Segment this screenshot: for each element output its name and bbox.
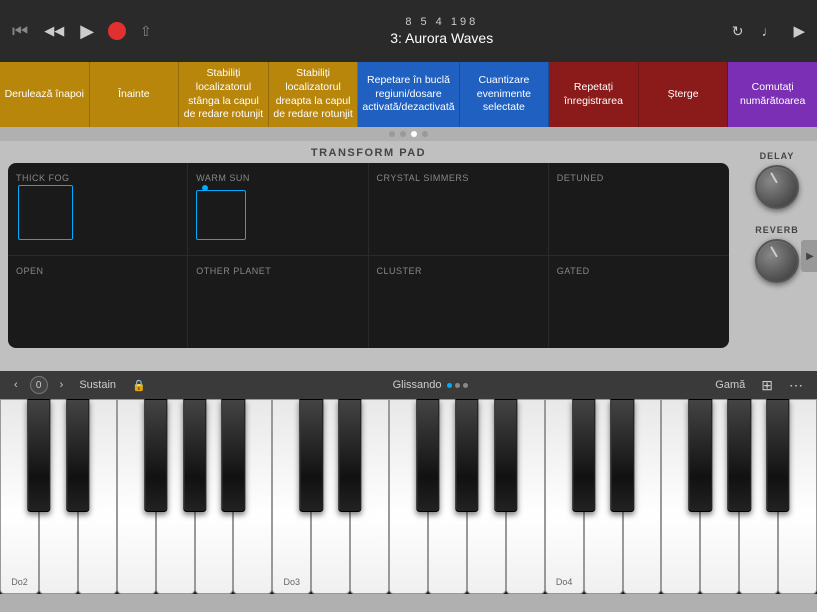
help-btn-set-loc-left[interactable]: Stabiliți localizatorul stânga la capul … xyxy=(179,62,269,127)
help-btn-scroll-back[interactable]: Derulează înapoi xyxy=(0,62,90,127)
help-btn-delete[interactable]: Șterge xyxy=(639,62,729,127)
page-dots xyxy=(0,127,817,141)
glissando-dot-3 xyxy=(463,383,468,388)
octave-next-button[interactable]: › xyxy=(56,377,68,393)
black-key-19[interactable] xyxy=(766,399,789,512)
track-info: 8 5 4 198 3: Aurora Waves xyxy=(154,16,730,46)
dots-menu-button[interactable]: ⋯ xyxy=(785,375,807,396)
transport-controls: ⏮ ◀◀ ▶ ⇧ xyxy=(10,19,154,44)
help-btn-forward[interactable]: Înainte xyxy=(90,62,180,127)
black-key-18[interactable] xyxy=(728,399,751,512)
help-bar: Derulează înapoiÎnainteStabiliți localiz… xyxy=(0,62,817,127)
main-area: TRANSFORM PAD THICK FOG WARM SUN CRYSTAL S… xyxy=(0,141,817,371)
black-key-10[interactable] xyxy=(416,399,439,512)
page-dot-4[interactable] xyxy=(422,131,428,137)
pad-cell-detuned[interactable]: DETUNED xyxy=(549,163,729,256)
pad-cell-label-other-planet: OTHER PLANET xyxy=(196,266,271,276)
reverb-knob[interactable] xyxy=(755,239,799,283)
page-dot-3[interactable] xyxy=(411,131,417,137)
help-btn-quantize[interactable]: Cuantizare evenimente selectate xyxy=(460,62,550,127)
octave-number: 0 xyxy=(30,376,48,394)
pad-cell-label-detuned: DETUNED xyxy=(557,173,604,183)
pad-cell-label-open: OPEN xyxy=(16,266,44,276)
pad-cell-other-planet[interactable]: OTHER PLANET xyxy=(188,256,368,349)
nav-prev-button[interactable]: ⏮ xyxy=(10,19,30,44)
black-key-12[interactable] xyxy=(494,399,517,512)
side-knobs: DELAY REVERB ▶ xyxy=(737,141,817,371)
track-title: 3: Aurora Waves xyxy=(390,30,493,46)
pad-cell-crystal-simmers[interactable]: CRYSTAL SIMMERS xyxy=(369,163,549,256)
black-key-11[interactable] xyxy=(455,399,478,512)
key-label-Do3: Do3 xyxy=(284,577,301,587)
black-key-4[interactable] xyxy=(183,399,206,512)
track-numbers: 8 5 4 198 xyxy=(405,16,478,28)
transform-section: TRANSFORM PAD THICK FOG WARM SUN CRYSTAL S… xyxy=(0,141,737,371)
loop-icon[interactable]: ↻ xyxy=(730,21,746,42)
pad-indicator-thick-fog xyxy=(18,185,73,240)
piano-area: Do2 Do3 Do4 xyxy=(0,399,817,594)
pad-cell-thick-fog[interactable]: THICK FOG xyxy=(8,163,188,256)
pad-indicator-warm-sun xyxy=(196,190,246,240)
glissando-dot-1 xyxy=(447,383,452,388)
top-bar-right: ↻ ♩ ▶ xyxy=(730,20,807,42)
metronome-icon[interactable]: ♩ xyxy=(759,21,777,41)
pad-cell-label-cluster: CLUSTER xyxy=(377,266,423,276)
black-key-17[interactable] xyxy=(689,399,712,512)
help-btn-counter-toggle[interactable]: Comutați numărătoarea xyxy=(728,62,817,127)
white-keys: Do2 Do3 Do4 xyxy=(0,399,817,594)
bottom-right: Gamă ⊞ ⋯ xyxy=(711,375,807,396)
page-dot-2[interactable] xyxy=(400,131,406,137)
grid-button[interactable]: ⊞ xyxy=(757,375,777,396)
pad-cell-gated[interactable]: GATED xyxy=(549,256,729,349)
play-button[interactable]: ▶ xyxy=(78,19,96,44)
octave-prev-button[interactable]: ‹ xyxy=(10,377,22,393)
page-dot-1[interactable] xyxy=(389,131,395,137)
glissando-label: Glissando xyxy=(393,379,442,391)
black-key-7[interactable] xyxy=(300,399,323,512)
black-key-0[interactable] xyxy=(27,399,50,512)
pad-cell-label-gated: GATED xyxy=(557,266,590,276)
smart-help-toggle[interactable]: ⇧ xyxy=(138,21,154,42)
sustain-button[interactable]: Sustain xyxy=(75,377,120,393)
delay-label: DELAY xyxy=(760,151,795,161)
black-key-3[interactable] xyxy=(144,399,167,512)
pad-cell-label-crystal-simmers: CRYSTAL SIMMERS xyxy=(377,173,469,183)
pad-cell-label-thick-fog: THICK FOG xyxy=(16,173,70,183)
help-btn-loop-toggle[interactable]: Repetare în buclă regiuni/dosare activat… xyxy=(358,62,459,127)
key-label-Do4: Do4 xyxy=(556,577,573,587)
top-bar: ⏮ ◀◀ ▶ ⇧ 8 5 4 198 3: Aurora Waves ↻ ♩ ▶ xyxy=(0,0,817,62)
transform-pad-title: TRANSFORM PAD xyxy=(8,141,729,163)
pad-cell-cluster[interactable]: CLUSTER xyxy=(369,256,549,349)
help-btn-set-loc-right[interactable]: Stabiliți localizatorul dreapta la capul… xyxy=(269,62,359,127)
pad-cell-label-warm-sun: WARM SUN xyxy=(196,173,250,183)
scale-button[interactable]: Gamă xyxy=(711,377,749,393)
key-label-Do2: Do2 xyxy=(11,577,28,587)
delay-knob-section: DELAY xyxy=(755,151,799,209)
black-key-1[interactable] xyxy=(66,399,89,512)
reverb-label: REVERB xyxy=(755,225,799,235)
bottom-center: Glissando xyxy=(158,379,704,391)
transform-pad[interactable]: THICK FOG WARM SUN CRYSTAL SIMMERS DETUNED O… xyxy=(8,163,729,348)
record-button[interactable] xyxy=(108,22,126,40)
glissando-dot-2 xyxy=(455,383,460,388)
help-btn-record-toggle[interactable]: Repetați înregistrarea xyxy=(549,62,639,127)
black-key-5[interactable] xyxy=(222,399,245,512)
black-key-14[interactable] xyxy=(572,399,595,512)
side-expand-arrow[interactable]: ▶ xyxy=(801,240,817,272)
lock-icon: 🔒 xyxy=(128,377,150,394)
reverb-knob-section: REVERB xyxy=(755,225,799,283)
pad-cell-open[interactable]: OPEN xyxy=(8,256,188,349)
pad-cell-warm-sun[interactable]: WARM SUN xyxy=(188,163,368,256)
black-key-8[interactable] xyxy=(338,399,361,512)
black-key-15[interactable] xyxy=(611,399,634,512)
bottom-controls: ‹ 0 › Sustain 🔒 Glissando Gamă ⊞ ⋯ xyxy=(0,371,817,399)
nav-back-button[interactable]: ◀◀ xyxy=(42,21,66,41)
delay-knob[interactable] xyxy=(755,165,799,209)
settings-icon[interactable]: ▶ xyxy=(791,20,807,42)
